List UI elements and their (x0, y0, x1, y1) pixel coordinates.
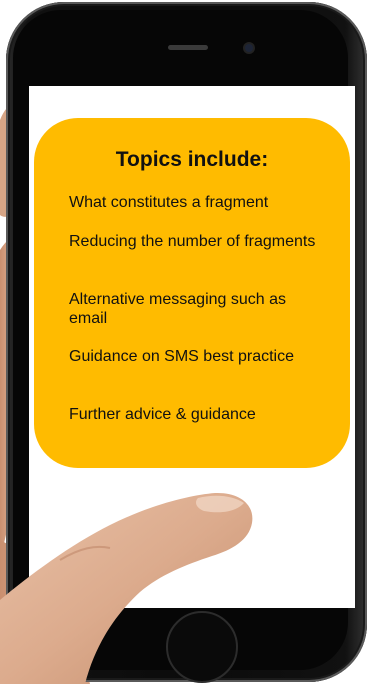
phone-scene: Topics include: What constitutes a fragm… (0, 0, 369, 684)
hand-thumb-icon (0, 492, 253, 684)
